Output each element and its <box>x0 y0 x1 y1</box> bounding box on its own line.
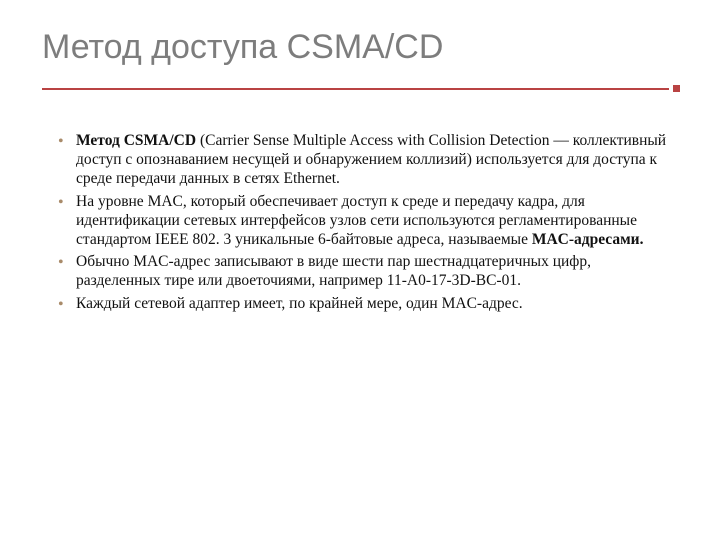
bold-mid: MAC-адресами. <box>532 231 644 248</box>
bullet-text: Обычно MAC-адрес записывают в виде шести… <box>76 253 591 289</box>
bullet-list: Метод CSMA/CD (Carrier Sense Multiple Ac… <box>76 132 674 314</box>
slide-title: Метод доступа CSMA/CD <box>42 28 680 67</box>
bold-lead: Метод CSMA/CD <box>76 132 200 149</box>
divider-dot <box>673 85 680 92</box>
list-item: Каждый сетевой адаптер имеет, по крайней… <box>76 295 674 314</box>
list-item: Обычно MAC-адрес записывают в виде шести… <box>76 253 674 291</box>
content-area: Метод CSMA/CD (Carrier Sense Multiple Ac… <box>42 132 680 314</box>
bullet-text: Каждый сетевой адаптер имеет, по крайней… <box>76 295 523 312</box>
divider <box>42 85 680 92</box>
list-item: На уровне MAC, который обеспечивает дост… <box>76 193 674 250</box>
divider-line <box>42 88 669 90</box>
list-item: Метод CSMA/CD (Carrier Sense Multiple Ac… <box>76 132 674 189</box>
